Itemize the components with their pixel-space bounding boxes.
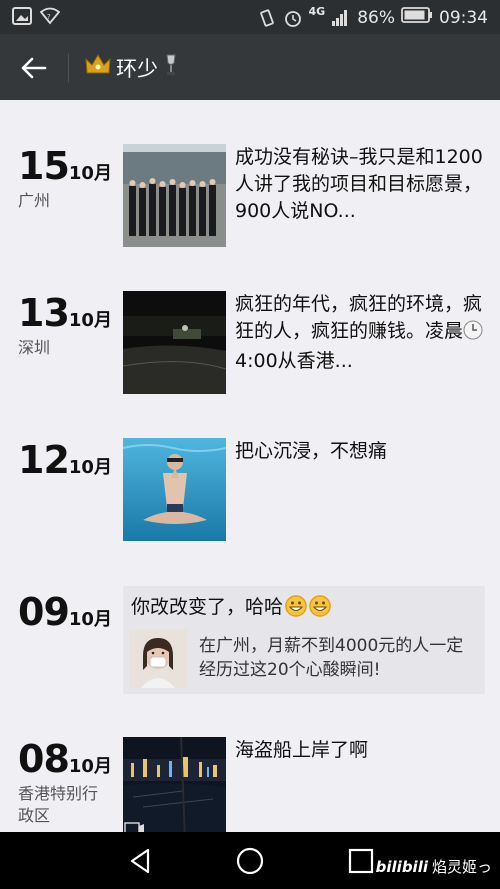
post-text-part: 4:00从香港...	[235, 350, 353, 372]
signal-icon	[331, 9, 351, 27]
post-date: 0910月	[18, 590, 112, 634]
post-text: 海盗船上岸了啊	[235, 739, 369, 761]
nav-back-button[interactable]	[126, 846, 156, 876]
post-date: 0810月 香港特别行政区	[18, 737, 112, 827]
system-nav-bar: bilibili 焰灵姬っ	[0, 832, 500, 889]
title-text: 环少	[116, 56, 158, 81]
post-thumbnail[interactable]	[123, 291, 226, 394]
clock-emoji-icon	[463, 320, 483, 348]
post-month: 10月	[68, 609, 112, 630]
title-divider	[68, 54, 69, 82]
nav-home-button[interactable]	[235, 846, 265, 876]
post-day: 12	[18, 438, 70, 482]
share-caption: 你改改变了，哈哈	[131, 592, 332, 619]
triangle-back-icon	[130, 848, 150, 874]
post-date: 1510月 广州	[18, 144, 118, 212]
post-day: 08	[18, 737, 70, 781]
post-day: 09	[18, 590, 70, 634]
crown-icon	[84, 53, 112, 82]
vibrate-icon	[257, 8, 277, 27]
post-month: 10月	[68, 163, 112, 184]
share-caption-text: 你改改变了，哈哈	[131, 596, 284, 618]
image-icon	[12, 7, 32, 25]
shared-link-card[interactable]: 你改改变了，哈哈 在广州，月薪不到4000元的人一定经历过这20个心酸瞬间!	[123, 586, 485, 694]
watermark: bilibili 焰灵姬っ	[376, 856, 492, 877]
wifi-icon: ?	[39, 7, 61, 25]
nav-recent-button[interactable]	[346, 846, 376, 876]
post-text: 成功没有秘诀–我只是和1200人讲了我的项目和目标愿景，900人说NO...	[235, 146, 483, 222]
post-month: 10月	[68, 310, 112, 331]
battery-percent: 86%	[357, 7, 395, 28]
network-type: 4G	[308, 5, 326, 18]
circle-home-icon	[236, 847, 264, 875]
arrow-left-icon	[21, 57, 47, 79]
watermark-user: 焰灵姬っ	[431, 858, 492, 876]
post-text: 疯狂的年代，疯狂的环境，疯狂的人，疯狂的赚钱。凌晨 4:00从香港...	[235, 291, 485, 375]
trophy-icon	[162, 52, 180, 83]
post-day: 15	[18, 144, 70, 188]
post-thumbnail[interactable]	[123, 144, 226, 247]
watermark-brand: bilibili	[375, 857, 428, 876]
battery-icon	[401, 6, 433, 29]
page-title: 环少	[84, 52, 180, 83]
post-thumbnail[interactable]	[123, 438, 226, 541]
alarm-icon	[283, 9, 303, 27]
back-button[interactable]	[14, 48, 54, 88]
post-month: 10月	[68, 457, 112, 478]
post-date: 1210月	[18, 438, 112, 482]
post-text-part: 疯狂的年代，疯狂的环境，疯狂的人，疯狂的赚钱。凌晨	[235, 293, 483, 342]
post-thumbnail[interactable]	[123, 737, 226, 832]
moments-feed[interactable]: 1510月 广州 成功没有秘诀–我只是和1200人讲了我的项目和目标愿景，900…	[0, 100, 500, 832]
square-recent-icon	[348, 848, 374, 874]
post-location: 广州	[18, 191, 51, 210]
svg-text:?: ?	[47, 13, 51, 21]
post-location: 香港特别行政区	[18, 784, 99, 825]
grin-emoji-icon	[285, 594, 308, 617]
grin-emoji-icon	[309, 594, 332, 617]
link-thumbnail	[129, 630, 187, 688]
title-bar: 环少	[0, 34, 500, 100]
post-location: 深圳	[18, 338, 51, 357]
post-date: 1310月 深圳	[18, 291, 118, 359]
post-text: 把心沉浸，不想痛	[235, 440, 388, 462]
clock: 09:34	[439, 7, 488, 28]
status-bar: ? 4G 86% 09:34	[0, 0, 500, 34]
post-month: 10月	[68, 756, 112, 777]
post-day: 13	[18, 291, 70, 335]
link-title: 在广州，月薪不到4000元的人一定经历过这20个心酸瞬间!	[199, 636, 464, 680]
